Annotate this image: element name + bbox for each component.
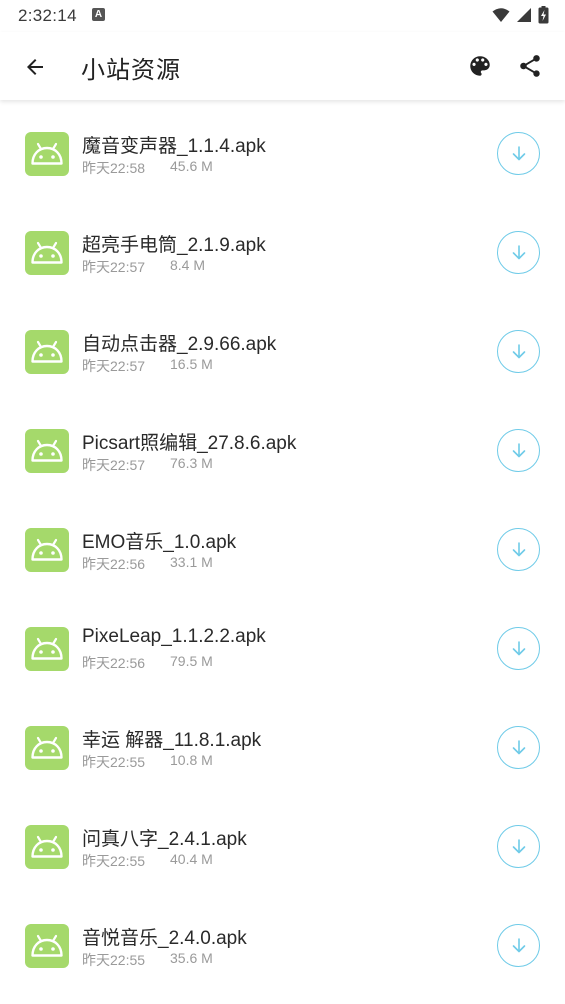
android-icon <box>31 934 63 957</box>
file-name: Picsart照编辑_27.8.6.apk <box>82 433 297 454</box>
status-bar: 2:32:14 A <box>0 0 565 32</box>
file-name: 音悦音乐_2.4.0.apk <box>82 928 247 949</box>
download-arrow-icon <box>512 343 525 358</box>
android-icon <box>31 439 63 462</box>
file-list-item[interactable]: 问真八字_2.4.1.apk 昨天22:55 40.4 M <box>0 797 565 896</box>
file-size: 45.6 M <box>170 158 213 174</box>
file-list-item[interactable]: Picsart照编辑_27.8.6.apk 昨天22:57 76.3 M <box>0 401 565 500</box>
file-list-item[interactable]: 超亮手电筒_2.1.9.apk 昨天22:57 8.4 M <box>0 203 565 302</box>
file-time: 昨天22:57 <box>82 358 146 374</box>
download-arrow-icon <box>512 244 525 259</box>
file-size: 10.8 M <box>170 752 213 768</box>
android-icon <box>31 538 63 561</box>
palette-icon <box>470 56 490 76</box>
theme-button[interactable] <box>464 50 496 82</box>
download-arrow-icon <box>512 145 525 160</box>
file-time: 昨天22:56 <box>82 655 146 671</box>
file-time: 昨天22:58 <box>82 160 146 176</box>
file-size: 35.6 M <box>170 950 213 966</box>
file-time: 昨天22:55 <box>82 853 146 869</box>
file-size: 16.5 M <box>170 356 213 372</box>
android-app-icon <box>25 231 69 275</box>
android-app-icon <box>25 924 69 968</box>
file-size: 76.3 M <box>170 455 213 471</box>
android-icon <box>31 835 63 858</box>
file-list-item[interactable]: PixeLeap_1.1.2.2.apk 昨天22:56 79.5 M <box>0 599 565 698</box>
file-size: 8.4 M <box>170 257 206 273</box>
download-arrow-icon <box>512 541 525 556</box>
download-button[interactable] <box>497 726 540 769</box>
download-button[interactable] <box>497 825 540 868</box>
android-app-icon <box>25 528 69 572</box>
status-icons <box>492 6 549 24</box>
a-icon: A <box>92 8 105 21</box>
android-icon <box>31 142 63 165</box>
file-time: 昨天22:55 <box>82 952 146 968</box>
file-time: 昨天22:56 <box>82 556 146 572</box>
file-list: 魔音变声器_1.1.4.apk 昨天22:58 45.6 M 超亮手电筒_2.1… <box>0 104 565 995</box>
share-icon <box>520 55 540 77</box>
android-app-icon <box>25 330 69 374</box>
file-size: 33.1 M <box>170 554 213 570</box>
download-arrow-icon <box>512 937 525 952</box>
android-app-icon <box>25 132 69 176</box>
file-name: 超亮手电筒_2.1.9.apk <box>82 235 266 256</box>
android-app-icon <box>25 726 69 770</box>
battery-charging-icon <box>538 6 549 24</box>
android-app-icon <box>25 627 69 671</box>
arrow-back-icon <box>27 59 43 75</box>
file-list-item[interactable]: 魔音变声器_1.1.4.apk 昨天22:58 45.6 M <box>0 104 565 203</box>
file-name: EMO音乐_1.0.apk <box>82 532 237 553</box>
download-button[interactable] <box>497 330 540 373</box>
download-button[interactable] <box>497 231 540 274</box>
status-time: 2:32:14 <box>18 6 77 25</box>
page-title: 小站资源 <box>81 57 181 84</box>
android-icon <box>31 637 63 660</box>
android-app-icon <box>25 429 69 473</box>
file-name: 幸运 解器_11.8.1.apk <box>82 730 262 751</box>
file-time: 昨天22:57 <box>82 259 146 275</box>
android-app-icon <box>25 825 69 869</box>
download-arrow-icon <box>512 640 525 655</box>
file-list-item[interactable]: 自动点击器_2.9.66.apk 昨天22:57 16.5 M <box>0 302 565 401</box>
download-arrow-icon <box>512 442 525 457</box>
download-button[interactable] <box>497 528 540 571</box>
android-icon <box>31 736 63 759</box>
file-name: 问真八字_2.4.1.apk <box>82 829 247 850</box>
share-button[interactable] <box>514 50 546 82</box>
file-time: 昨天22:57 <box>82 457 146 473</box>
download-button[interactable] <box>497 429 540 472</box>
file-name: 自动点击器_2.9.66.apk <box>82 334 277 355</box>
download-button[interactable] <box>497 132 540 175</box>
wifi-icon <box>492 8 510 22</box>
android-icon <box>31 340 63 363</box>
file-list-item[interactable]: EMO音乐_1.0.apk 昨天22:56 33.1 M <box>0 500 565 599</box>
file-list-item[interactable]: 音悦音乐_2.4.0.apk 昨天22:55 35.6 M <box>0 896 565 995</box>
signal-icon <box>517 8 531 22</box>
app-bar: 小站资源 <box>0 32 565 100</box>
download-arrow-icon <box>512 739 525 754</box>
download-button[interactable] <box>497 627 540 670</box>
download-button[interactable] <box>497 924 540 967</box>
file-time: 昨天22:55 <box>82 754 146 770</box>
android-icon <box>31 241 63 264</box>
file-name: PixeLeap_1.1.2.2.apk <box>82 626 266 647</box>
back-button[interactable] <box>18 50 52 84</box>
file-size: 79.5 M <box>170 653 213 669</box>
file-name: 魔音变声器_1.1.4.apk <box>82 136 266 157</box>
file-size: 40.4 M <box>170 851 213 867</box>
file-list-item[interactable]: 幸运 解器_11.8.1.apk 昨天22:55 10.8 M <box>0 698 565 797</box>
download-arrow-icon <box>512 838 525 853</box>
